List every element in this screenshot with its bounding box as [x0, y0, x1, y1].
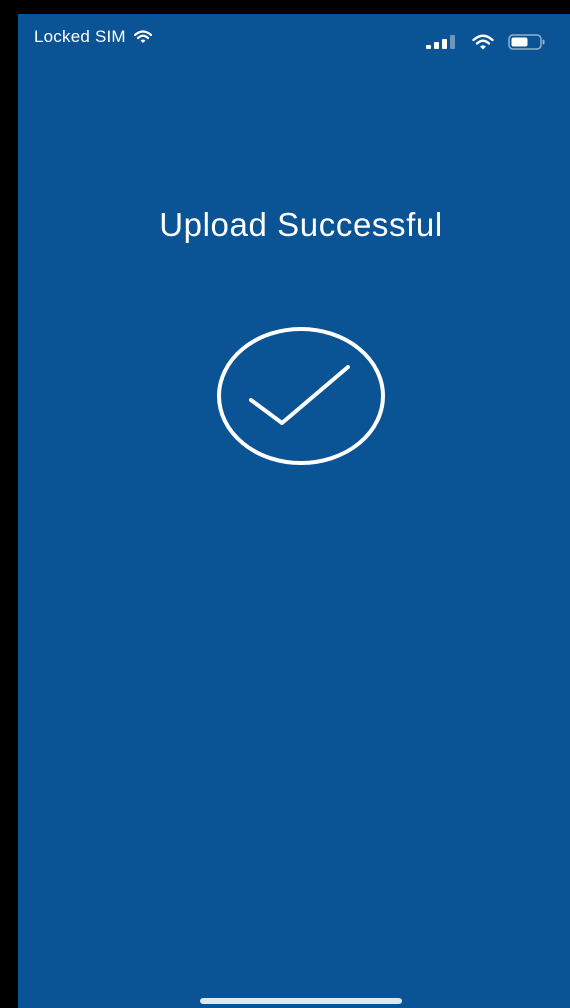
- checkmark-circle-icon: [217, 327, 385, 465]
- carrier-status: Locked SIM: [34, 27, 152, 47]
- battery-icon: [508, 34, 545, 50]
- upload-success-screen: Locked SIM Upload Successful: [18, 14, 570, 1008]
- status-icons: [426, 34, 546, 50]
- home-indicator[interactable]: [200, 998, 402, 1004]
- page-title: Upload Successful: [159, 206, 443, 243]
- signal-icon: [426, 35, 455, 49]
- carrier-label: Locked SIM: [34, 27, 126, 46]
- wifi-icon: [133, 30, 152, 43]
- wifi-icon: [472, 34, 494, 50]
- status-bar: Locked SIM: [18, 14, 570, 58]
